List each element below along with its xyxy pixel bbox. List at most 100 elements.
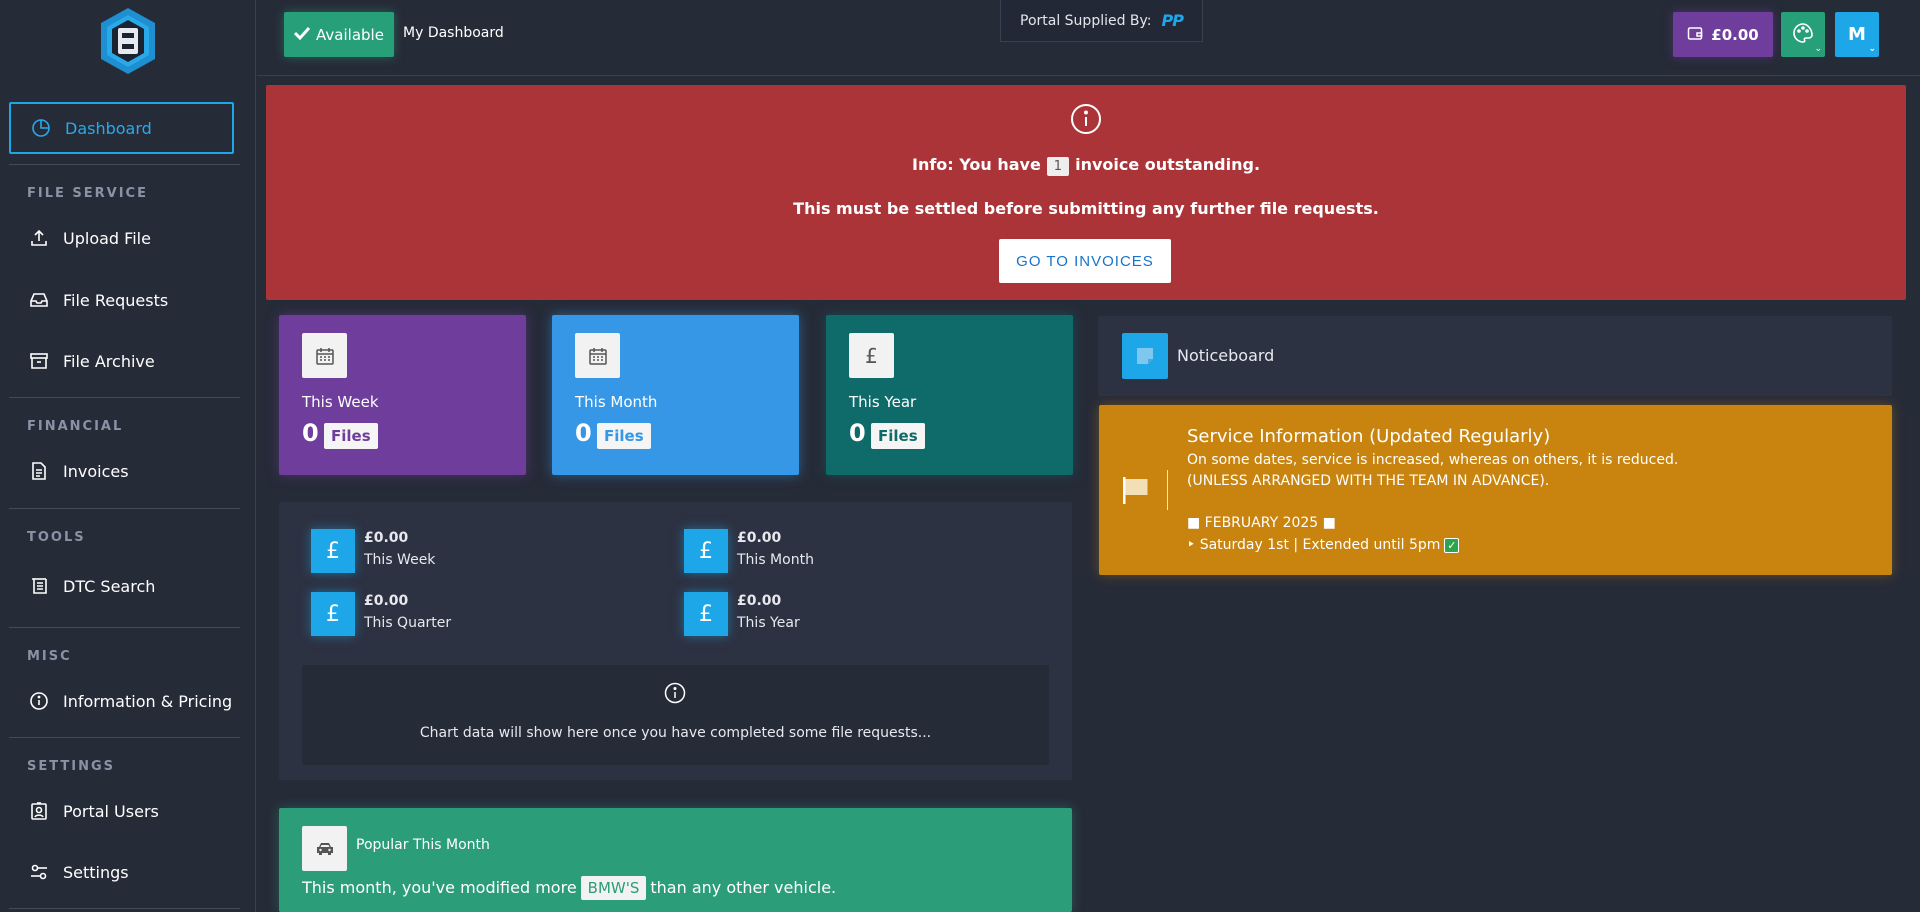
stat-card-this-month: This Month 0 Files	[552, 315, 799, 475]
stat-card-this-week: This Week 0 Files	[279, 315, 526, 475]
user-menu-button[interactable]: M ⌄	[1835, 12, 1879, 57]
alert-suffix: invoice outstanding.	[1075, 155, 1261, 174]
popular-this-month-card: Popular This Month This month, you've mo…	[279, 808, 1072, 912]
sidebar-item-label: Portal Users	[63, 801, 159, 821]
inbox-icon	[29, 290, 49, 310]
supplier-label: Portal Supplied By:	[1020, 12, 1152, 29]
section-settings: SETTINGS	[27, 759, 116, 774]
sidebar-item-file-archive[interactable]: File Archive	[9, 335, 234, 387]
stat-value: 0	[849, 419, 866, 447]
section-misc: MISC	[27, 649, 72, 664]
user-initial: M	[1848, 24, 1866, 45]
document-icon	[29, 461, 49, 481]
stat-card-this-year: £ This Year 0 Files	[826, 315, 1073, 475]
sidebar-item-portal-users[interactable]: Portal Users	[9, 785, 234, 837]
pound-icon: £	[311, 592, 355, 636]
sidebar-item-dtc-search[interactable]: DTC Search	[9, 560, 234, 612]
stat-value: 0	[302, 419, 319, 447]
popular-title: Popular This Month	[356, 837, 490, 853]
section-tools: TOOLS	[27, 530, 86, 545]
sidebar-item-label: File Archive	[63, 351, 155, 371]
noticeboard-header: Noticeboard	[1098, 316, 1892, 396]
upload-icon	[29, 228, 49, 248]
finance-panel: £ £0.00 This Week £ £0.00 This Month £ £…	[279, 502, 1072, 780]
chart-placeholder: Chart data will show here once you have …	[302, 665, 1049, 765]
sidebar-item-file-requests[interactable]: File Requests	[9, 274, 234, 326]
stat-value: 0	[575, 419, 592, 447]
receipt-icon	[29, 576, 49, 596]
finance-label: This Year	[737, 615, 800, 631]
service-entry-text: ‣ Saturday 1st | Extended until 5pm	[1187, 537, 1441, 553]
chart-empty-message: Chart data will show here once you have …	[419, 725, 932, 741]
sidebar-divider	[9, 164, 240, 165]
sidebar-divider	[9, 397, 240, 398]
sidebar-item-upload-file[interactable]: Upload File	[9, 212, 234, 264]
finance-this-quarter: £ £0.00 This Quarter	[311, 592, 611, 642]
car-icon	[302, 826, 347, 871]
sidebar-item-label: Invoices	[63, 461, 129, 481]
brand-logo[interactable]	[97, 6, 159, 76]
finance-this-week: £ £0.00 This Week	[311, 529, 611, 579]
archive-icon	[29, 351, 49, 371]
section-file-service: FILE SERVICE	[27, 186, 148, 201]
calendar-icon	[302, 333, 347, 378]
stat-unit-badge: Files	[324, 423, 378, 449]
finance-this-year: £ £0.00 This Year	[684, 592, 984, 642]
sidebar-divider	[9, 737, 240, 738]
stat-label: This Week	[302, 393, 379, 411]
finance-amount: £0.00	[737, 530, 782, 546]
calendar-icon	[575, 333, 620, 378]
popular-text-after: than any other vehicle.	[650, 878, 837, 897]
topbar: Available My Dashboard Portal Supplied B…	[257, 0, 1920, 76]
info-icon	[1070, 103, 1102, 139]
alert-message: Info: You have 1 invoice outstanding.	[266, 155, 1906, 176]
pound-icon: £	[684, 529, 728, 573]
sidebar-item-label: Information & Pricing	[63, 691, 233, 711]
sidebar-item-label: Settings	[63, 862, 129, 882]
finance-amount: £0.00	[364, 530, 409, 546]
info-icon	[29, 691, 49, 711]
theme-button[interactable]: ⌄	[1781, 12, 1825, 57]
sidebar-item-label: DTC Search	[63, 576, 156, 596]
wallet-icon	[1687, 25, 1703, 45]
chevron-down-icon: ⌄	[1868, 44, 1876, 54]
invoice-count-badge: 1	[1046, 157, 1070, 176]
page-title: My Dashboard	[403, 25, 504, 41]
availability-button[interactable]: Available	[284, 12, 394, 57]
service-title: Service Information (Updated Regularly)	[1187, 426, 1551, 447]
sidebar-item-invoices[interactable]: Invoices	[9, 445, 234, 497]
sidebar-item-label: Dashboard	[65, 118, 152, 138]
sidebar-item-settings[interactable]: Settings	[9, 846, 234, 898]
wallet-balance: £0.00	[1711, 25, 1759, 44]
stat-label: This Month	[575, 393, 658, 411]
divider	[1167, 470, 1168, 510]
green-check-icon: ✓	[1444, 537, 1460, 553]
pound-icon: £	[849, 333, 894, 378]
service-month: ■ FEBRUARY 2025 ■	[1187, 515, 1336, 531]
outstanding-invoice-alert: Info: You have 1 invoice outstanding. This…	[266, 85, 1906, 300]
finance-amount: £0.00	[364, 593, 409, 609]
stat-label: This Year	[849, 393, 917, 411]
service-entry: ‣ Saturday 1st | Extended until 5pm ✓	[1187, 537, 1460, 553]
sidebar-item-label: Upload File	[63, 228, 151, 248]
service-line-2: (UNLESS ARRANGED WITH THE TEAM IN ADVANC…	[1187, 473, 1550, 489]
alert-prefix: Info: You have	[911, 155, 1041, 174]
portal-supplier-badge: Portal Supplied By: PP	[1000, 0, 1203, 42]
wallet-button[interactable]: £0.00	[1673, 12, 1773, 57]
sidebar-item-dashboard[interactable]: Dashboard	[9, 102, 234, 154]
finance-label: This Month	[737, 552, 814, 568]
pound-icon: £	[311, 529, 355, 573]
go-to-invoices-button[interactable]: GO TO INVOICES	[999, 239, 1171, 283]
sidebar-item-information-pricing[interactable]: Information & Pricing	[9, 675, 234, 727]
sidebar-divider	[9, 508, 240, 509]
check-icon	[293, 26, 311, 44]
finance-label: This Week	[364, 552, 436, 568]
popular-text-before: This month, you've modified more	[302, 878, 577, 897]
service-information-notice: Service Information (Updated Regularly) …	[1099, 405, 1892, 575]
alert-detail: This must be settled before submitting a…	[793, 199, 1379, 218]
sidebar-divider	[9, 627, 240, 628]
section-financial: FINANCIAL	[27, 419, 124, 434]
palette-icon	[1792, 22, 1814, 48]
stat-unit-badge: Files	[597, 423, 651, 449]
availability-label: Available	[316, 25, 384, 44]
